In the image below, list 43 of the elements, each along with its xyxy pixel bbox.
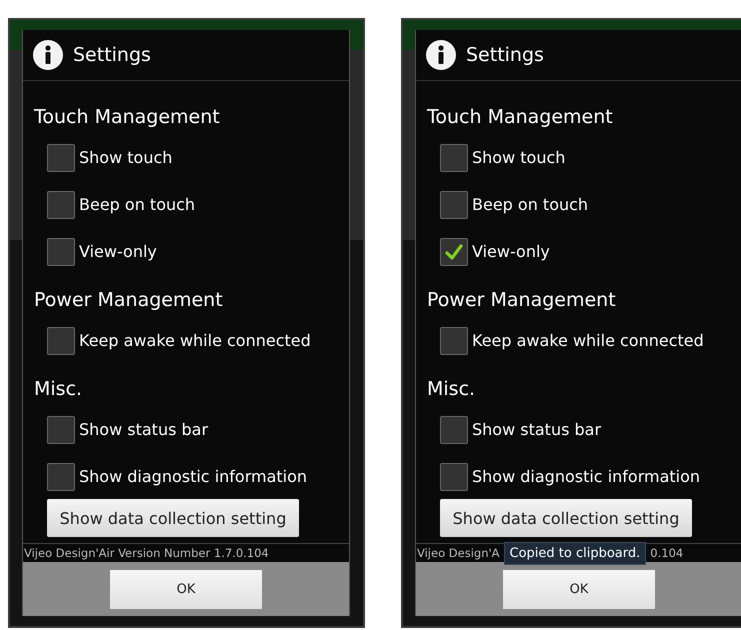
checkbox-label[interactable]: Keep awake while connected xyxy=(79,331,311,350)
checkbox-label[interactable]: Show touch xyxy=(79,148,172,167)
checkbox[interactable] xyxy=(47,190,75,218)
checkbox-label[interactable]: Keep awake while connected xyxy=(472,331,704,350)
section-heading: Misc. xyxy=(33,377,84,402)
version-text: Vijeo Design'Air Version Number 1.7.0.104 xyxy=(24,546,269,560)
dialog-title: Settings xyxy=(466,44,544,66)
checkbox[interactable] xyxy=(440,416,468,444)
checkbox-label[interactable]: View-only xyxy=(472,242,550,261)
checkbox-label[interactable]: Show status bar xyxy=(79,420,208,439)
checkbox[interactable] xyxy=(47,326,75,354)
dialog-title: Settings xyxy=(73,44,151,66)
checkbox-label[interactable]: Show touch xyxy=(472,148,566,167)
ok-button[interactable]: OK xyxy=(503,570,655,608)
data-collection-button[interactable]: Show data collection setting xyxy=(47,499,299,537)
checkbox[interactable] xyxy=(47,238,75,266)
checkbox[interactable] xyxy=(47,462,75,490)
section-heading: Power Management xyxy=(426,288,617,313)
checkbox[interactable] xyxy=(440,462,468,490)
checkbox-label[interactable]: Show diagnostic information xyxy=(472,467,700,486)
checkbox-label[interactable]: Beep on touch xyxy=(472,195,588,214)
info-icon xyxy=(426,40,456,70)
checkbox[interactable] xyxy=(440,238,468,266)
checkbox[interactable] xyxy=(440,190,468,218)
checkbox-label[interactable]: Beep on touch xyxy=(79,195,196,214)
section-heading: Touch Management xyxy=(426,105,614,130)
version-text: 0.104 xyxy=(650,546,684,560)
checkbox-label[interactable]: View-only xyxy=(79,242,157,261)
ok-button[interactable]: OK xyxy=(110,570,262,608)
checkbox-label[interactable]: Show status bar xyxy=(472,420,602,439)
checkbox-label[interactable]: Show diagnostic information xyxy=(79,467,308,486)
version-text: Vijeo Design'A xyxy=(417,546,500,560)
check-icon xyxy=(444,242,464,262)
checkbox[interactable] xyxy=(47,416,75,444)
section-heading: Touch Management xyxy=(33,105,221,130)
toast-message: Copied to clipboard. xyxy=(504,542,646,564)
section-heading: Power Management xyxy=(33,288,224,313)
section-heading: Misc. xyxy=(426,377,476,402)
checkbox[interactable] xyxy=(47,144,75,172)
data-collection-button[interactable]: Show data collection setting xyxy=(440,499,692,537)
checkbox[interactable] xyxy=(440,144,468,172)
checkbox[interactable] xyxy=(440,326,468,354)
info-icon xyxy=(33,40,63,70)
